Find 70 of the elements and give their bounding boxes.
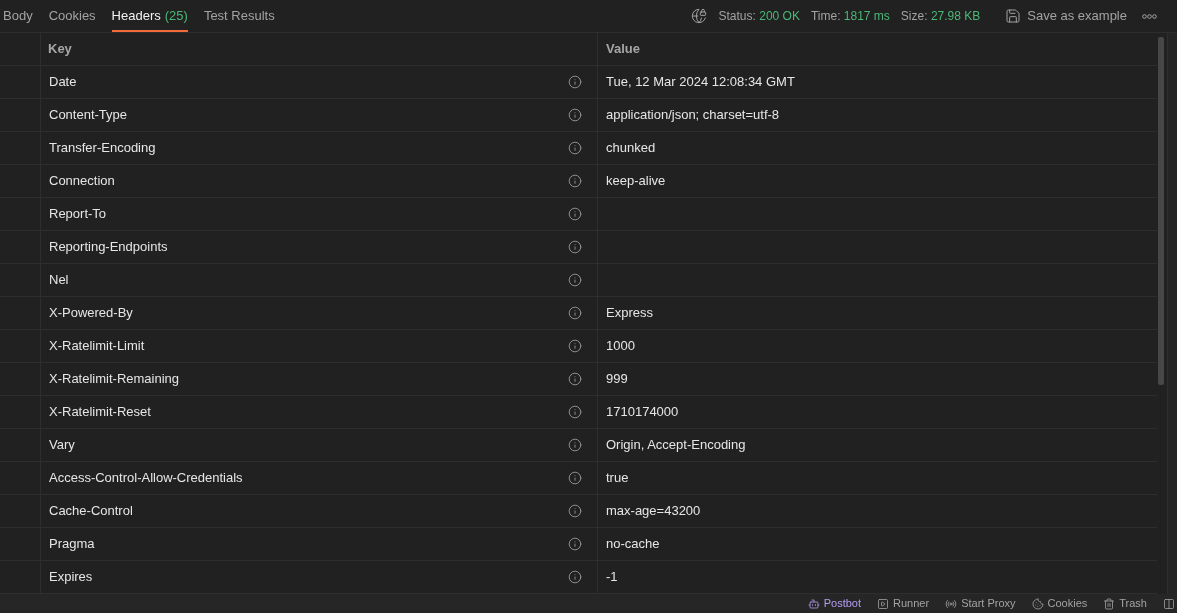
info-icon[interactable] <box>568 75 582 89</box>
info-icon[interactable] <box>568 273 582 287</box>
status-bar-item[interactable]: Runner <box>877 595 930 612</box>
info-icon[interactable] <box>568 207 582 221</box>
response-meta-text: Status: 200 OK <box>718 8 800 25</box>
header-key: X-Ratelimit-Reset <box>49 402 151 422</box>
radio-waves-icon <box>945 597 958 610</box>
column-header: Key <box>48 40 72 59</box>
header-value: -1 <box>606 568 618 587</box>
info-icon[interactable] <box>568 108 582 122</box>
response-meta-text: Time: 1817 ms <box>810 8 890 25</box>
response-meta-text: Size: 27.98 KB <box>900 8 981 25</box>
info-icon[interactable] <box>568 306 582 320</box>
header-key: X-Powered-By <box>49 303 133 323</box>
header-key: Report-To <box>49 204 107 224</box>
header-key: X-Ratelimit-Remaining <box>49 369 180 389</box>
header-key: Transfer-Encoding <box>49 138 156 158</box>
response-tab[interactable]: Headers (25) <box>111 0 188 32</box>
header-key: Reporting-Endpoints <box>49 237 168 257</box>
response-tab[interactable]: Body <box>3 0 33 32</box>
response-tab[interactable]: Cookies <box>48 0 96 32</box>
header-key: Nel <box>49 270 69 290</box>
save-as-example-button[interactable]: Save as example <box>1005 6 1127 26</box>
panel-layout-icon[interactable] <box>1163 597 1175 610</box>
header-key: Pragma <box>49 534 95 554</box>
globe-lock-icon[interactable] <box>690 8 707 24</box>
status-bar-item[interactable]: Trash <box>1103 595 1147 612</box>
header-key: Date <box>49 72 77 92</box>
header-key: Access-Control-Allow-Credentials <box>49 468 243 488</box>
header-value: Tue, 12 Mar 2024 12:08:34 GMT <box>606 73 795 92</box>
header-key: Connection <box>49 171 115 191</box>
status-bar-item[interactable]: Start Proxy <box>945 595 1016 612</box>
scrollbar-thumb[interactable] <box>1158 37 1164 385</box>
save-icon <box>1005 8 1022 24</box>
header-key: Cache-Control <box>49 501 133 521</box>
info-icon[interactable] <box>568 405 582 419</box>
header-key: Vary <box>49 435 75 455</box>
info-icon[interactable] <box>568 339 582 353</box>
header-value: true <box>606 469 629 488</box>
header-value: 1710174000 <box>606 403 679 422</box>
header-key: Content-Type <box>49 105 128 125</box>
header-key: Expires <box>49 567 93 587</box>
play-square-icon <box>877 597 890 610</box>
header-value: 999 <box>606 370 628 389</box>
status-bar-item[interactable]: Postbot <box>807 595 862 612</box>
header-value: keep-alive <box>606 172 666 191</box>
info-icon[interactable] <box>568 372 582 386</box>
header-value: application/json; charset=utf-8 <box>606 106 780 125</box>
header-value: 1000 <box>606 337 635 356</box>
header-value: max-age=43200 <box>606 502 701 521</box>
info-icon[interactable] <box>568 438 582 452</box>
header-value: Origin, Accept-Encoding <box>606 436 746 455</box>
info-icon[interactable] <box>568 570 582 584</box>
cookie-icon <box>1031 597 1044 610</box>
trash-icon <box>1103 597 1116 610</box>
response-tab[interactable]: Test Results <box>203 0 275 32</box>
header-key: X-Ratelimit-Limit <box>49 336 145 356</box>
info-icon[interactable] <box>568 471 582 485</box>
info-icon[interactable] <box>568 240 582 254</box>
more-options-icon[interactable] <box>1142 13 1157 19</box>
header-value: no-cache <box>606 535 660 554</box>
bot-icon <box>807 597 820 610</box>
header-value: chunked <box>606 139 656 158</box>
info-icon[interactable] <box>568 174 582 188</box>
info-icon[interactable] <box>568 504 582 518</box>
info-icon[interactable] <box>568 141 582 155</box>
column-header: Value <box>606 40 640 59</box>
status-bar-item[interactable]: Cookies <box>1031 595 1088 612</box>
info-icon[interactable] <box>568 537 582 551</box>
header-value: Express <box>606 304 653 323</box>
